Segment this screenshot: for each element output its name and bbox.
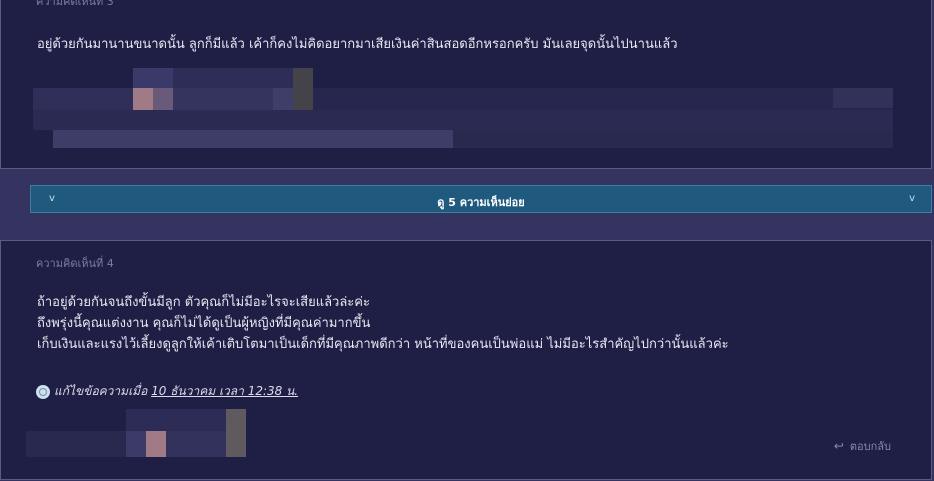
view-sub-comments-label: ดู 5 ความเห็นย่อย xyxy=(437,196,525,209)
blurred-avatar xyxy=(1,241,933,481)
view-sub-comments-button[interactable]: v ดู 5 ความเห็นย่อย v xyxy=(30,185,932,213)
comment-3: ความคิดเห็นที่ 3 อยู่ด้วยกันมานานขนาดนั้… xyxy=(0,0,932,169)
reply-button[interactable]: ↩ ตอบกลับ xyxy=(834,437,891,455)
reply-arrow-icon: ↩ xyxy=(833,439,844,453)
reply-label: ตอบกลับ xyxy=(849,440,891,453)
blurred-signature xyxy=(1,0,933,169)
chevron-down-icon: v xyxy=(909,193,915,204)
comment-4: ความคิดเห็นที่ 4 ถ้าอยู่ด้วยกันจนถึงขั้น… xyxy=(0,240,932,480)
